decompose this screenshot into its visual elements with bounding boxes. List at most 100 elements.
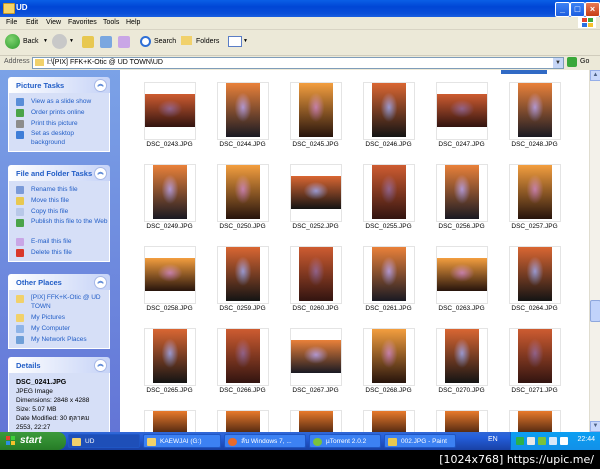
scroll-thumb[interactable] <box>590 300 600 322</box>
file-name-label[interactable]: DSC_0248.JPG <box>498 141 571 148</box>
file-thumbnail[interactable] <box>144 164 196 222</box>
file-thumbnail[interactable] <box>363 82 415 140</box>
file-thumbnail[interactable] <box>144 410 196 432</box>
task-paint[interactable]: 002.JPG - Paint <box>384 434 456 448</box>
file-thumbnail[interactable] <box>290 82 342 140</box>
task-print[interactable]: Print this picture <box>9 118 109 129</box>
file-thumbnail[interactable] <box>436 410 488 432</box>
vertical-scrollbar[interactable]: ▲ ▼ <box>589 70 600 432</box>
file-name-label[interactable]: DSC_0257.JPG <box>498 223 571 230</box>
scroll-up-button[interactable]: ▲ <box>590 70 600 81</box>
file-name-label[interactable]: DSC_0243.JPG <box>133 141 206 148</box>
file-view[interactable]: DSC_0243.JPG DSC_0244.JPG DSC_0245.JPG DSC_… <box>120 70 589 432</box>
task-order-prints[interactable]: Order prints online <box>9 107 109 118</box>
place-my-pictures[interactable]: My Pictures <box>9 312 109 323</box>
task-browser[interactable]: ลับ Windows 7, ... <box>224 434 306 448</box>
file-thumbnail[interactable] <box>144 328 196 386</box>
go-arrow-icon[interactable] <box>567 57 577 67</box>
file-name-label[interactable]: DSC_0271.JPG <box>498 387 571 394</box>
file-thumbnail[interactable] <box>290 164 342 222</box>
back-button[interactable]: Back ▼ <box>5 33 49 51</box>
maximize-button[interactable]: □ <box>570 2 585 17</box>
file-thumbnail[interactable] <box>363 328 415 386</box>
file-name-label[interactable]: DSC_0266.JPG <box>206 387 279 394</box>
file-name-label[interactable]: DSC_0260.JPG <box>279 305 352 312</box>
file-thumbnail[interactable] <box>363 246 415 304</box>
file-name-label[interactable]: DSC_0246.JPG <box>352 141 425 148</box>
file-thumbnail[interactable] <box>290 328 342 386</box>
task-kaewjai[interactable]: KAEWJAI (G:) <box>143 434 221 448</box>
file-name-label[interactable]: DSC_0247.JPG <box>425 141 498 148</box>
place-my-computer[interactable]: My Computer <box>9 323 109 334</box>
tray-app-icon[interactable] <box>516 437 524 445</box>
file-thumbnail[interactable] <box>217 164 269 222</box>
speaker-icon[interactable] <box>549 437 557 445</box>
task-set-desktop[interactable]: Set as desktop background <box>9 129 109 148</box>
go-button[interactable]: Go <box>580 58 589 65</box>
menu-edit[interactable]: Edit <box>26 19 38 26</box>
task-slideshow[interactable]: View as a slide show <box>9 96 109 107</box>
menu-tools[interactable]: Tools <box>103 19 119 26</box>
file-name-label[interactable]: DSC_0250.JPG <box>206 223 279 230</box>
file-name-label[interactable]: DSC_0256.JPG <box>425 223 498 230</box>
other-places-header[interactable]: Other Places ︽ <box>8 274 110 290</box>
file-name-label[interactable]: DSC_0252.JPG <box>279 223 352 230</box>
title-bar[interactable]: UD _ □ × <box>0 0 600 17</box>
file-name-label[interactable]: DSC_0258.JPG <box>133 305 206 312</box>
file-name-label[interactable]: DSC_0268.JPG <box>352 387 425 394</box>
collapse-chevron-icon[interactable]: ︽ <box>94 167 107 180</box>
folders-button[interactable]: Folders <box>181 33 221 51</box>
file-name-label[interactable]: DSC_0259.JPG <box>206 305 279 312</box>
collapse-chevron-icon[interactable]: ︽ <box>94 79 107 92</box>
file-thumbnail[interactable] <box>144 82 196 140</box>
file-name-label[interactable]: DSC_0255.JPG <box>352 223 425 230</box>
file-name-label[interactable]: DSC_0244.JPG <box>206 141 279 148</box>
menu-file[interactable]: File <box>6 19 17 26</box>
file-thumbnail[interactable] <box>509 328 561 386</box>
file-thumbnail[interactable] <box>290 410 342 432</box>
file-thumbnail[interactable] <box>144 246 196 304</box>
scroll-down-button[interactable]: ▼ <box>590 421 600 432</box>
file-thumbnail[interactable] <box>217 410 269 432</box>
start-button[interactable]: start <box>0 432 66 450</box>
file-tasks-header[interactable]: File and Folder Tasks ︽ <box>8 165 110 181</box>
file-name-label[interactable]: DSC_0264.JPG <box>498 305 571 312</box>
file-thumbnail[interactable] <box>363 410 415 432</box>
collapse-chevron-icon[interactable]: ︽ <box>94 359 107 372</box>
file-name-label[interactable]: DSC_0270.JPG <box>425 387 498 394</box>
file-thumbnail[interactable] <box>217 82 269 140</box>
file-thumbnail[interactable] <box>509 82 561 140</box>
network-icon[interactable] <box>560 437 568 445</box>
task-email[interactable]: E-mail this file <box>9 236 109 247</box>
file-thumbnail[interactable] <box>436 246 488 304</box>
file-name-label[interactable]: DSC_0261.JPG <box>352 305 425 312</box>
up-folder-icon[interactable] <box>82 36 94 48</box>
details-header[interactable]: Details ︽ <box>8 357 110 373</box>
task-delete[interactable]: Delete this file <box>9 247 109 258</box>
collapse-chevron-icon[interactable]: ︽ <box>94 276 107 289</box>
task-rename[interactable]: Rename this file <box>9 184 109 195</box>
tray-app-icon[interactable] <box>527 437 535 445</box>
place-my-network[interactable]: My Network Places <box>9 334 109 345</box>
file-thumbnail[interactable] <box>509 410 561 432</box>
task-publish[interactable]: Publish this file to the Web <box>9 217 109 236</box>
move-to-icon[interactable] <box>100 36 112 48</box>
views-button[interactable]: ▼ <box>228 33 248 51</box>
file-thumbnail[interactable] <box>436 164 488 222</box>
file-thumbnail[interactable] <box>436 82 488 140</box>
close-button[interactable]: × <box>585 2 600 17</box>
address-input[interactable]: I:\[PIX] FFK+K-Otic @ UD TOWN\UD ▼ <box>32 57 564 69</box>
file-name-label[interactable]: DSC_0267.JPG <box>279 387 352 394</box>
file-thumbnail[interactable] <box>363 164 415 222</box>
minimize-button[interactable]: _ <box>555 2 570 17</box>
forward-button[interactable]: ▼ <box>52 33 74 51</box>
task-move[interactable]: Move this file <box>9 195 109 206</box>
file-thumbnail[interactable] <box>509 164 561 222</box>
task-ud[interactable]: UD <box>68 434 140 448</box>
menu-help[interactable]: Help <box>126 19 140 26</box>
file-name-label[interactable]: DSC_0265.JPG <box>133 387 206 394</box>
menu-favorites[interactable]: Favorites <box>68 19 97 26</box>
task-utorrent[interactable]: µTorrent 2.0.2 <box>309 434 381 448</box>
task-copy[interactable]: Copy this file <box>9 206 109 217</box>
selected-file-label[interactable] <box>501 70 547 74</box>
